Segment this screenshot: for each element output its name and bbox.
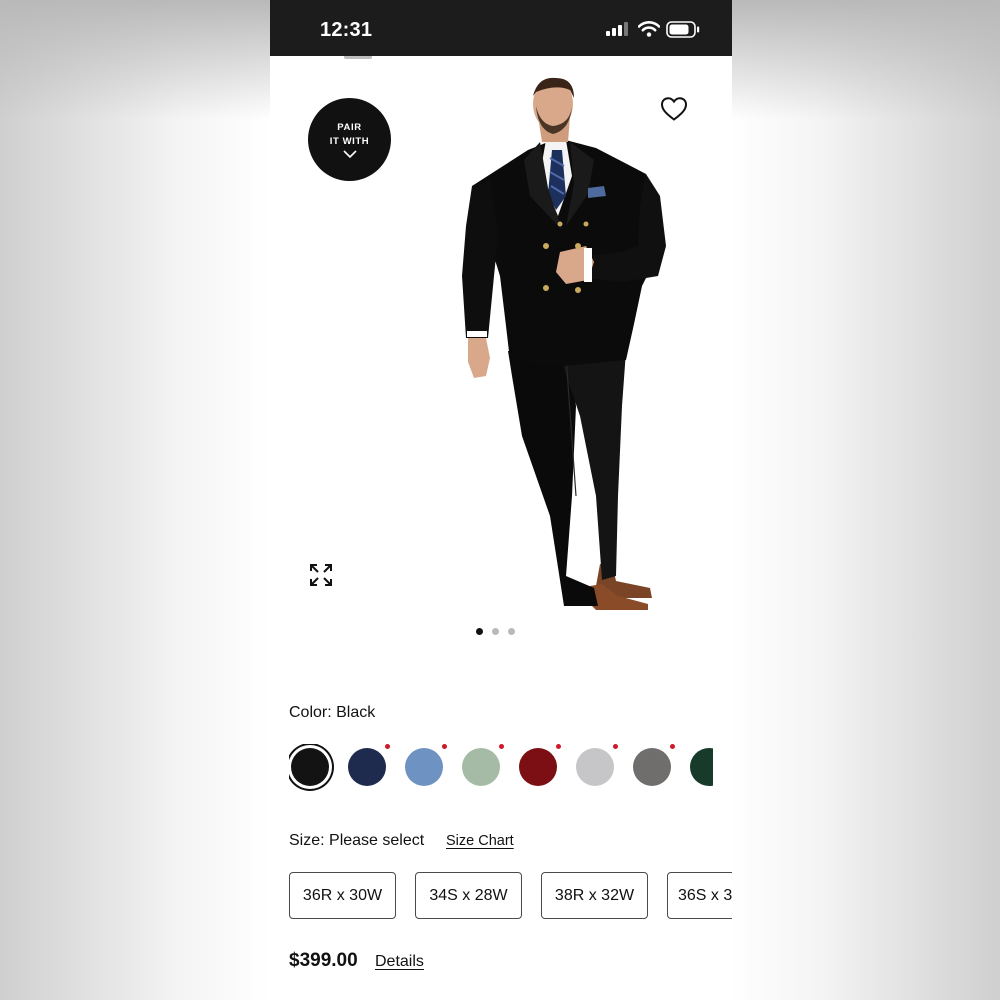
size-option-button[interactable]: 34S x 28W	[415, 872, 522, 919]
carousel-dot[interactable]	[508, 628, 515, 635]
color-swatch-burgundy[interactable]	[519, 748, 557, 786]
color-swatch-light-grey[interactable]	[576, 748, 614, 786]
battery-icon	[666, 21, 700, 38]
size-option-button[interactable]: 36R x 30W	[289, 872, 396, 919]
color-swatch-sage[interactable]	[462, 748, 500, 786]
carousel-dot[interactable]	[476, 628, 483, 635]
size-option-button[interactable]: 38R x 32W	[541, 872, 648, 919]
color-label: Color: Black	[289, 704, 376, 721]
expand-arrows-icon[interactable]	[308, 562, 334, 588]
color-swatch-grey[interactable]	[633, 748, 671, 786]
chevron-down-icon	[342, 150, 357, 158]
new-color-indicator	[556, 744, 561, 749]
pair-it-with-line2: IT WITH	[329, 136, 370, 147]
pair-it-with-line1: PAIR	[337, 122, 362, 133]
wifi-icon	[638, 21, 660, 37]
color-swatch-light-blue[interactable]	[405, 748, 443, 786]
new-color-indicator	[385, 744, 390, 749]
phone-screen: 12:31 PAIR IT WITH Color: Black Size: Pl…	[270, 0, 732, 1000]
carousel-dots	[476, 628, 515, 635]
status-time: 12:31	[320, 19, 373, 41]
size-label: Size: Please select	[289, 832, 425, 849]
signal-icon	[606, 22, 628, 36]
carousel-dot[interactable]	[492, 628, 499, 635]
size-options: 36R x 30W 34S x 28W 38R x 32W 36S x 30W	[289, 872, 732, 920]
pair-it-with-button[interactable]: PAIR IT WITH	[308, 98, 391, 181]
new-color-indicator	[442, 744, 447, 749]
product-price: $399.00	[289, 950, 358, 971]
new-color-indicator	[670, 744, 675, 749]
color-swatch-navy[interactable]	[348, 748, 386, 786]
color-swatches	[289, 744, 713, 792]
color-swatch-black[interactable]	[291, 748, 329, 786]
new-color-indicator	[499, 744, 504, 749]
details-link[interactable]: Details	[375, 953, 424, 971]
heart-icon[interactable]	[660, 96, 688, 122]
size-option-button[interactable]: 36S x 30W	[667, 872, 732, 919]
sheet-handle	[344, 56, 372, 59]
product-image[interactable]	[390, 76, 720, 616]
new-color-indicator	[613, 744, 618, 749]
color-swatch-dark-green[interactable]	[690, 748, 713, 786]
status-bar: 12:31	[270, 0, 732, 56]
size-chart-link[interactable]: Size Chart	[446, 833, 514, 849]
